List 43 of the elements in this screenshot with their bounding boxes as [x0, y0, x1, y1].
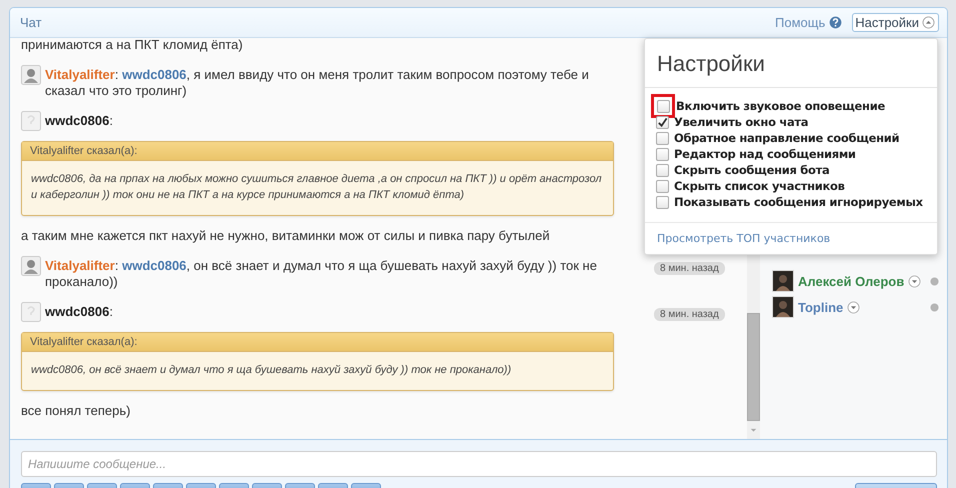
option-label[interactable]: Увеличить окно чата: [674, 115, 808, 129]
message-input[interactable]: Напишите сообщение...: [21, 451, 937, 477]
quote-text: wwdc0806, да на прпах на любых можно сушиться главное диета ,а он спросил на ПКТ )) и орёт анастрозол и каберголин )) ток они не на ПКТ а на курсе принимаются а на ПКТ кломид ёпта): [30, 172, 603, 203]
popup-title: Настройки: [645, 39, 937, 88]
avatar-icon: [21, 65, 41, 85]
caret-icon: [922, 16, 935, 29]
settings-button[interactable]: Настройки: [852, 13, 939, 32]
top-members-link[interactable]: Просмотреть ТОП участников: [657, 232, 830, 245]
option-label[interactable]: Скрыть список участников: [674, 179, 845, 193]
timestamp: 8 мин. назад: [654, 262, 725, 275]
quote-author: Vitalyalifter сказал(а):: [22, 142, 613, 161]
quote-text: wwdc0806, он всё знает и думал что я ща бушевать нахуй захуй буду )) ток не проканало)): [30, 363, 512, 378]
caret-icon: [908, 274, 922, 288]
user-name[interactable]: Topline: [798, 300, 844, 314]
message-text: wwdc0806:: [45, 113, 113, 129]
option-label[interactable]: Редактор над сообщениями: [674, 147, 856, 161]
checkbox[interactable]: [656, 132, 668, 144]
window-title: Чат: [20, 15, 42, 30]
checkbox[interactable]: [656, 164, 668, 176]
quote-author: Vitalyalifter сказал(а):: [22, 333, 613, 352]
checkbox[interactable]: [656, 148, 668, 160]
status-dot-icon: [930, 276, 939, 286]
help-icon: [829, 16, 842, 29]
message-text: wwdc0806:: [45, 304, 113, 320]
message-text: Vitalyalifter: wwdc0806, я имел ввиду что он меня тролит таким вопросом поэтому тебе и сказал что это тролинг): [45, 67, 590, 99]
message-text: Vitalyalifter: wwdc0806, он всё знает и думал что я ща бушевать нахуй захуй буду )) ток не проканало)): [45, 258, 598, 290]
option-label[interactable]: Включить звуковое оповещение: [676, 99, 885, 113]
option-label[interactable]: Обратное направление сообщений: [674, 131, 900, 145]
checkbox[interactable]: [656, 116, 668, 128]
option-label[interactable]: Скрыть сообщения бота: [674, 163, 830, 177]
message-text: все понял теперь): [21, 403, 132, 419]
status-dot-icon: [930, 302, 939, 312]
avatar-icon: [21, 302, 41, 322]
avatar-icon: [21, 256, 41, 276]
user-name[interactable]: Алексей Олеров: [798, 274, 904, 288]
avatar-icon: [21, 111, 41, 131]
message-text: а таким мне кажется пкт нахуй не нужно, витаминки мож от силы и пивка пару бутылей: [21, 228, 551, 244]
checkbox[interactable]: [656, 196, 668, 208]
option-label[interactable]: Показывать сообщения игнорируемых: [674, 195, 923, 209]
caret-icon: [847, 300, 860, 314]
checkbox[interactable]: [656, 180, 668, 192]
message-text: принимаются а на ПКТ кломид ёпта): [21, 38, 244, 53]
timestamp: 8 мин. назад: [654, 308, 725, 321]
